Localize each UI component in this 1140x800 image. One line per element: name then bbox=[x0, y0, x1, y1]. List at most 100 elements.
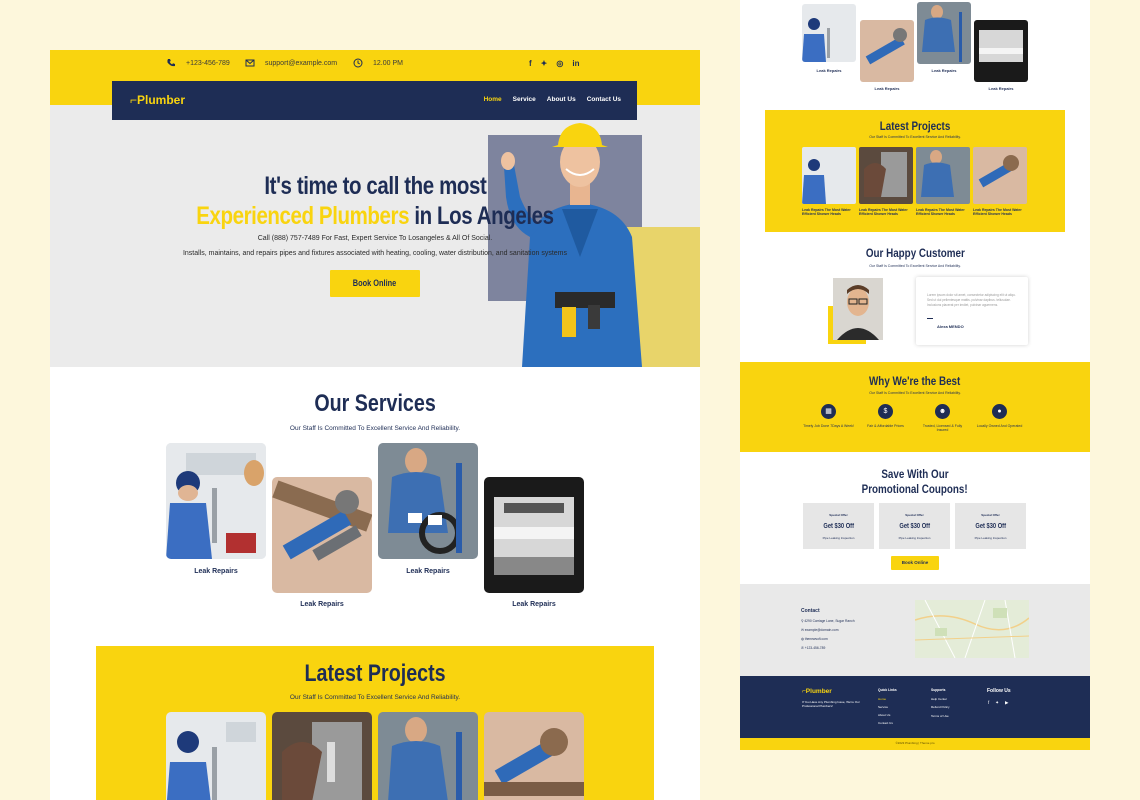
customer-title: Our Happy Customer bbox=[740, 246, 1090, 260]
coupon-card[interactable]: Special Offer Get $30 Off Pipe Leaking I… bbox=[879, 503, 950, 549]
footer bbox=[740, 676, 1090, 738]
users-icon: ☻ bbox=[935, 404, 950, 419]
project-photo bbox=[802, 147, 856, 204]
footer-link-home[interactable]: Home bbox=[878, 697, 886, 701]
coupon-book-button[interactable]: Book Online bbox=[891, 556, 939, 570]
customer-subtitle: Our Staff Is Committed To Excellent Serv… bbox=[869, 264, 961, 268]
service-caption: Leak Repairs bbox=[816, 68, 842, 73]
nav-link-contact[interactable]: Contact Us bbox=[587, 96, 621, 103]
project-caption: Leak Repairs The Most Water Efficient Sh… bbox=[916, 208, 965, 216]
footer-link-help[interactable]: Help Center bbox=[931, 697, 947, 701]
project-card-image[interactable] bbox=[916, 147, 970, 204]
projects-title-text: Latest Projects bbox=[879, 119, 951, 133]
youtube-icon[interactable]: ▶ bbox=[1005, 700, 1008, 706]
projects-title-text: Latest Projects bbox=[304, 660, 446, 687]
contact-email-text: example@domain.com bbox=[804, 628, 839, 632]
footer-link-about[interactable]: About Us bbox=[878, 713, 890, 717]
twitter-icon[interactable]: ✦ bbox=[541, 59, 548, 68]
project-caption: Leak Repairs The Most Water Efficient Sh… bbox=[973, 208, 1022, 216]
project-card-image[interactable] bbox=[166, 712, 266, 800]
phone-info[interactable]: +123-456-789 bbox=[166, 58, 230, 68]
coupon-desc: Pipe Leaking Inspection bbox=[898, 536, 931, 540]
service-caption: Leak Repairs bbox=[300, 601, 344, 608]
copyright-bar: ©2023 Plumbing | Theme pro bbox=[740, 738, 1090, 750]
customer-photo bbox=[833, 278, 883, 340]
project-card-image[interactable] bbox=[859, 147, 913, 204]
service-photo bbox=[860, 20, 914, 82]
linkedin-icon[interactable]: in bbox=[572, 59, 579, 68]
services-title-text: Our Services bbox=[314, 390, 436, 417]
service-photo bbox=[974, 20, 1028, 82]
instagram-icon[interactable]: ◎ bbox=[556, 59, 563, 68]
book-online-button[interactable]: Book Online bbox=[330, 270, 420, 297]
facebook-icon[interactable]: f bbox=[529, 59, 532, 68]
hours-info: 12.00 PM bbox=[353, 58, 403, 68]
social-links: f ✦ ◎ in bbox=[529, 59, 579, 68]
quick-links-title: Quick Links bbox=[878, 688, 897, 692]
nav-link-home[interactable]: Home bbox=[484, 96, 502, 103]
projects-subtitle: Our Staff Is Committed To Excellent Serv… bbox=[869, 135, 961, 139]
project-photo bbox=[859, 147, 913, 204]
contact-phone[interactable]: ✆ +123-456-789 bbox=[801, 646, 825, 650]
footer-link-refund[interactable]: Refund Policy bbox=[931, 705, 950, 709]
footer-link-terms[interactable]: Terms of Use bbox=[931, 714, 949, 718]
service-card-image[interactable] bbox=[166, 443, 266, 559]
hero-title-rest: in Los Angeles bbox=[414, 202, 554, 230]
book-online-label: Book Online bbox=[353, 278, 397, 288]
service-photo bbox=[272, 477, 372, 593]
coupon-card[interactable]: Special Offer Get $30 Off Pipe Leaking I… bbox=[803, 503, 874, 549]
project-card-image[interactable] bbox=[378, 712, 478, 800]
facebook-icon[interactable]: f bbox=[988, 700, 989, 706]
logo[interactable]: ⌐Plumber bbox=[130, 93, 185, 107]
service-card-image[interactable] bbox=[484, 477, 584, 593]
why-title-text: Why We're the Best bbox=[869, 374, 961, 388]
service-card-image[interactable] bbox=[802, 4, 856, 62]
contact-email[interactable]: ✉ example@domain.com bbox=[801, 628, 838, 632]
service-photo bbox=[166, 443, 266, 559]
project-card-image[interactable] bbox=[973, 147, 1027, 204]
footer-logo[interactable]: ⌐Plumber bbox=[802, 688, 832, 695]
project-card-image[interactable] bbox=[484, 712, 584, 800]
service-card-image[interactable] bbox=[974, 20, 1028, 82]
nav-link-about[interactable]: About Us bbox=[547, 96, 576, 103]
footer-social: f ✦ ▶ bbox=[988, 700, 1009, 706]
service-caption: Leak Repairs bbox=[512, 601, 556, 608]
logo-icon: ⌐ bbox=[130, 93, 138, 107]
contact-address-text: 4290 Carriage Lane, Sugar Ranch bbox=[804, 619, 855, 623]
service-card-image[interactable] bbox=[378, 443, 478, 559]
dollar-icon: $ bbox=[878, 404, 893, 419]
service-photo bbox=[378, 443, 478, 559]
coupons-title-line1: Save With Our bbox=[881, 467, 949, 481]
phone-text: +123-456-789 bbox=[186, 59, 230, 67]
nav-link-service[interactable]: Service bbox=[513, 96, 536, 103]
contact-website-text: thenewsofi.com bbox=[804, 637, 828, 641]
footer-logo-text: Plumber bbox=[805, 688, 832, 695]
footer-link-service[interactable]: Service bbox=[878, 705, 888, 709]
service-caption: Leak Repairs bbox=[988, 86, 1014, 91]
project-card-image[interactable] bbox=[802, 147, 856, 204]
projects-title: Latest Projects bbox=[50, 660, 700, 688]
avatar bbox=[833, 278, 883, 340]
mail-icon bbox=[245, 59, 255, 67]
phone-icon bbox=[167, 59, 175, 67]
why-item-label: Trusted, Licensed & Fully Insured bbox=[922, 424, 963, 432]
contact-website[interactable]: ◍ thenewsofi.com bbox=[801, 637, 828, 641]
contact-phone-text: +123-456-789 bbox=[804, 646, 826, 650]
coupon-card[interactable]: Special Offer Get $30 Off Pipe Leaking I… bbox=[955, 503, 1026, 549]
footer-link-contact[interactable]: Contact Us bbox=[878, 721, 893, 725]
service-card-image[interactable] bbox=[860, 20, 914, 82]
service-caption: Leak Repairs bbox=[874, 86, 900, 91]
map[interactable] bbox=[915, 600, 1029, 658]
email-info[interactable]: support@example.com bbox=[245, 58, 337, 68]
project-card-image[interactable] bbox=[272, 712, 372, 800]
project-caption: Leak Repairs The Most Water Efficient Sh… bbox=[802, 208, 851, 216]
project-photo bbox=[916, 147, 970, 204]
hero-title-line1: It's time to call the most bbox=[263, 172, 487, 200]
footer-tagline: If You Have Any Plumbing Issue, We're Ou… bbox=[802, 700, 860, 709]
testimonial-divider bbox=[927, 318, 933, 319]
service-card-image[interactable] bbox=[917, 2, 971, 64]
service-card-image[interactable] bbox=[272, 477, 372, 593]
twitter-icon[interactable]: ✦ bbox=[995, 700, 999, 706]
contact-address: ⚲ 4290 Carriage Lane, Sugar Ranch bbox=[801, 619, 855, 623]
hero-call-text: Call (888) 757-7489 For Fast, Expert Ser… bbox=[257, 235, 493, 242]
